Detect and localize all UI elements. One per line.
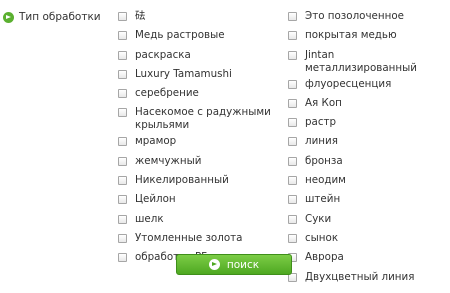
option-item[interactable]: Насекомое с радужными крыльями xyxy=(118,106,273,132)
option-item[interactable]: бронза xyxy=(288,155,448,171)
option-label: шелк xyxy=(135,212,164,225)
option-label: Это позолоченное xyxy=(305,10,404,22)
arrow-right-icon xyxy=(208,259,220,270)
option-label: раскраска xyxy=(135,48,191,61)
option-item[interactable]: Суки xyxy=(288,213,448,229)
option-label: бронза xyxy=(305,154,343,167)
option-item[interactable]: 砝 xyxy=(118,10,273,26)
options-column-right: Это позолоченное покрытая медью Jintan м… xyxy=(288,10,448,290)
option-label: Аврора xyxy=(305,251,344,264)
checkbox[interactable] xyxy=(118,195,127,205)
checkbox[interactable] xyxy=(288,79,297,89)
checkbox[interactable] xyxy=(118,50,127,60)
option-label: флуоресценция xyxy=(305,77,392,90)
option-label: Утомленные золота xyxy=(135,231,243,244)
checkbox[interactable] xyxy=(288,50,297,60)
option-item[interactable]: раскраска xyxy=(118,49,273,65)
option-item[interactable]: штейн xyxy=(288,193,448,209)
option-item[interactable]: неодим xyxy=(288,174,448,190)
option-label: Двухцветный линия xyxy=(305,270,415,283)
option-label: Суки xyxy=(305,212,332,225)
option-label: Цейлон xyxy=(135,193,176,206)
option-label: сынок xyxy=(305,231,339,244)
option-item[interactable]: мрамор xyxy=(118,135,273,151)
option-label: Никелированный xyxy=(135,174,229,187)
checkbox[interactable] xyxy=(288,195,297,205)
checkbox[interactable] xyxy=(118,89,127,99)
checkbox[interactable] xyxy=(288,98,297,108)
option-label: Jintan металлизированный xyxy=(305,48,417,74)
option-item[interactable]: Никелированный xyxy=(118,174,273,190)
option-label: неодим xyxy=(305,174,346,187)
checkbox[interactable] xyxy=(118,108,127,118)
option-item[interactable]: жемчужный xyxy=(118,155,273,171)
option-item[interactable]: Ая Коп xyxy=(288,97,448,113)
checkbox[interactable] xyxy=(288,137,297,147)
option-item[interactable]: Аврора xyxy=(288,251,448,267)
checkbox[interactable] xyxy=(118,69,127,79)
checkbox[interactable] xyxy=(118,31,127,41)
checkbox[interactable] xyxy=(288,31,297,41)
option-item[interactable]: Цейлон xyxy=(118,193,273,209)
checkbox[interactable] xyxy=(118,156,127,166)
options-column-left: 砝 Медь растровые раскраска Luxury Tamamu… xyxy=(118,10,273,271)
option-item[interactable]: Медь растровые xyxy=(118,29,273,45)
checkbox[interactable] xyxy=(288,176,297,186)
checkbox[interactable] xyxy=(288,156,297,166)
checkbox[interactable] xyxy=(118,176,127,186)
option-label: линия xyxy=(305,135,338,148)
search-button[interactable]: поиск xyxy=(176,254,292,275)
option-item[interactable]: серебрение xyxy=(118,87,273,103)
checkbox[interactable] xyxy=(118,233,127,243)
option-label: штейн xyxy=(305,193,341,206)
option-item[interactable]: Jintan металлизированный xyxy=(288,49,448,75)
option-item[interactable]: шелк xyxy=(118,213,273,229)
filter-label: Тип обработки xyxy=(19,11,101,23)
option-item[interactable]: сынок xyxy=(288,232,448,248)
arrow-right-icon xyxy=(3,11,14,23)
checkbox[interactable] xyxy=(288,233,297,243)
option-label: Luxury Tamamushi xyxy=(135,67,232,80)
option-item[interactable]: флуоресценция xyxy=(288,78,448,94)
checkbox[interactable] xyxy=(118,137,127,147)
checkbox[interactable] xyxy=(118,214,127,224)
checkbox[interactable] xyxy=(288,214,297,224)
search-button-label: поиск xyxy=(226,258,260,271)
checkbox[interactable] xyxy=(288,12,297,21)
option-item[interactable]: Двухцветный линия xyxy=(288,271,448,287)
option-label: жемчужный xyxy=(135,154,202,167)
option-item[interactable]: Это позолоченное xyxy=(288,10,448,26)
option-label: мрамор xyxy=(135,135,177,148)
option-label: Медь растровые xyxy=(135,29,225,42)
option-item[interactable]: Luxury Tamamushi xyxy=(118,68,273,84)
option-label: Ая Коп xyxy=(305,96,342,109)
option-item[interactable]: линия xyxy=(288,135,448,151)
checkbox[interactable] xyxy=(118,253,127,263)
filter-label-row: Тип обработки xyxy=(3,11,101,23)
option-item[interactable]: растр xyxy=(288,116,448,132)
option-label: серебрение xyxy=(135,87,199,100)
checkbox[interactable] xyxy=(118,12,127,21)
option-label: Насекомое с радужными крыльями xyxy=(135,106,271,132)
option-label: 砝 xyxy=(135,10,146,22)
checkbox[interactable] xyxy=(288,118,297,128)
option-label: покрытая медью xyxy=(305,29,397,42)
option-item[interactable]: покрытая медью xyxy=(288,29,448,45)
option-label: растр xyxy=(305,116,337,129)
option-item[interactable]: Утомленные золота xyxy=(118,232,273,248)
